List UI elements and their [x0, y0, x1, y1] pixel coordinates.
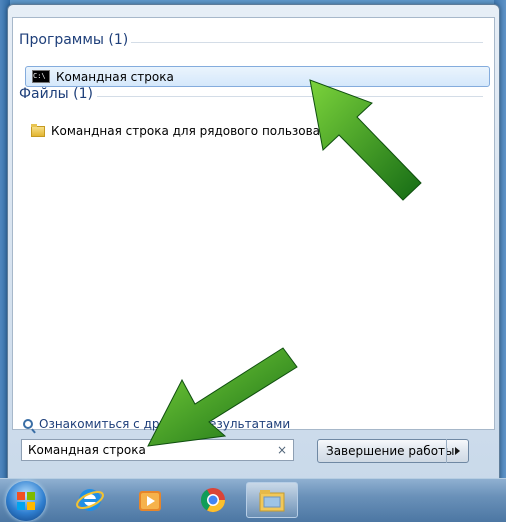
more-results-link[interactable]: Ознакомиться с другими результатами — [23, 417, 290, 431]
group-header-programs-label: Программы (1) — [19, 32, 129, 48]
start-orb[interactable] — [6, 481, 46, 521]
more-results-label: Ознакомиться с другими результатами — [39, 417, 291, 431]
clear-search-icon[interactable]: × — [277, 443, 287, 457]
result-item-command-prompt[interactable]: C:\ Командная строка — [25, 66, 490, 87]
chrome-icon[interactable] — [187, 482, 239, 518]
windows-logo-icon — [17, 492, 35, 510]
search-input[interactable] — [26, 440, 270, 460]
group-header-programs: Программы (1) — [19, 32, 489, 50]
search-field[interactable]: × — [21, 439, 294, 461]
search-icon — [23, 419, 33, 429]
command-prompt-icon: C:\ — [32, 70, 50, 83]
folder-icon — [31, 124, 45, 137]
shutdown-label: Завершение работы — [326, 444, 455, 458]
search-results-pane: Программы (1) C:\ Командная строка Файлы… — [12, 17, 495, 431]
group-header-files-label: Файлы (1) — [19, 86, 94, 102]
internet-explorer-icon[interactable] — [64, 482, 116, 518]
group-header-files: Файлы (1) — [19, 86, 489, 104]
file-explorer-icon[interactable] — [246, 482, 298, 518]
result-item-file[interactable]: Командная строка для рядового пользовате… — [25, 120, 490, 141]
result-item-label: Командная строка — [56, 69, 174, 84]
divider — [97, 96, 483, 97]
divider — [131, 42, 483, 43]
result-item-label: Командная строка для рядового пользовате… — [51, 123, 350, 138]
shutdown-options-arrow[interactable] — [446, 439, 468, 463]
start-menu: Программы (1) C:\ Командная строка Файлы… — [7, 4, 500, 482]
taskbar — [0, 478, 506, 522]
media-player-icon[interactable] — [124, 482, 176, 518]
